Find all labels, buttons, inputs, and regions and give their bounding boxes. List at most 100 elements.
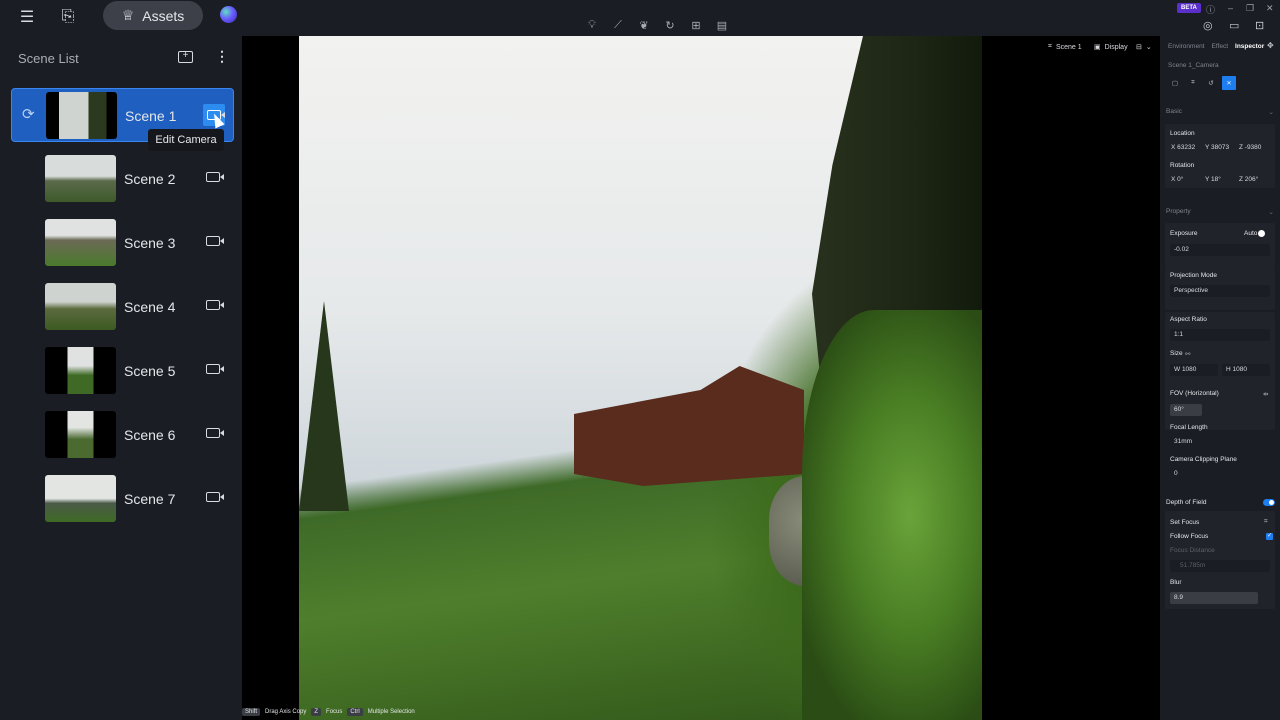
tab-environment[interactable]: Environment bbox=[1168, 43, 1205, 50]
projection-mode-select[interactable]: Perspective bbox=[1170, 285, 1270, 297]
unlink-icon[interactable]: ⚯ bbox=[1185, 350, 1190, 358]
restore-icon[interactable]: ❐ bbox=[1246, 3, 1254, 14]
fov-label: FOV (Horizontal) bbox=[1170, 390, 1219, 397]
sync-icon[interactable]: ⟳ bbox=[22, 105, 35, 123]
follow-focus-checkbox[interactable]: ✓ bbox=[1266, 533, 1273, 540]
crosshair-icon[interactable]: ⨯ bbox=[1222, 76, 1236, 90]
section-property[interactable]: Property bbox=[1166, 208, 1191, 215]
hamburger-icon[interactable]: ☰ bbox=[14, 6, 40, 28]
chevron-down-icon[interactable]: ⌄ bbox=[1269, 208, 1274, 216]
edit-camera-icon[interactable] bbox=[206, 364, 224, 374]
rotation-x-field[interactable]: X 0° bbox=[1167, 174, 1201, 186]
tab-inspector[interactable]: Inspector bbox=[1235, 43, 1264, 50]
top-bar: ☰ ⎘ ♕ Assets 💡︎ ⟋ ❦ ↻ ⊞ ▤ BETA ⓘ – ❐ ✕ ◎… bbox=[0, 0, 1280, 36]
tab-effect[interactable]: Effect bbox=[1212, 43, 1229, 50]
focus-target-icon[interactable]: ⌗ bbox=[1186, 76, 1200, 90]
fov-toggle-icon[interactable]: ⇹ bbox=[1263, 390, 1268, 398]
file-import-icon[interactable]: ⎘ bbox=[55, 6, 81, 28]
viewport[interactable]: ⌗ Scene 1 ▣ Display ⊟ ⌄ Shift Drag Axis … bbox=[242, 36, 1160, 720]
focus-frame-icon: ⌗ bbox=[1048, 43, 1052, 50]
clipping-field[interactable]: 0 bbox=[1170, 468, 1270, 480]
hint-label: Drag Axis Copy bbox=[265, 709, 307, 715]
scene-item[interactable]: Scene 5 bbox=[11, 344, 234, 398]
rotate-icon[interactable]: ↻ bbox=[663, 18, 677, 32]
view-options-dropdown[interactable]: ⊟ ⌄ bbox=[1136, 43, 1152, 51]
hint-label: Focus bbox=[326, 709, 343, 715]
edit-camera-icon[interactable] bbox=[206, 172, 224, 182]
display-button[interactable]: ▣ Display bbox=[1094, 43, 1128, 52]
help-icon[interactable]: ⓘ bbox=[1206, 3, 1215, 16]
ai-orb-icon[interactable] bbox=[220, 6, 237, 23]
location-y-field[interactable]: Y 38073 bbox=[1201, 142, 1235, 154]
scene-indicator[interactable]: ⌗ Scene 1 bbox=[1048, 43, 1082, 51]
chevron-down-icon: ⌄ bbox=[1145, 44, 1152, 51]
close-icon[interactable]: ✕ bbox=[1266, 3, 1274, 14]
blur-label: Blur bbox=[1170, 579, 1182, 586]
rendered-scene[interactable] bbox=[299, 36, 982, 720]
more-options-icon[interactable]: ⋮ bbox=[215, 48, 229, 65]
aspect-ratio-select[interactable]: 1:1 bbox=[1170, 329, 1270, 341]
chevron-down-icon[interactable]: ⌄ bbox=[1269, 108, 1274, 116]
scene-name: Scene 3 bbox=[124, 235, 176, 251]
layout-icon[interactable]: ▤ bbox=[715, 18, 729, 32]
settings-icon[interactable]: ✥ bbox=[1267, 41, 1274, 50]
hint-key: Shift bbox=[242, 708, 261, 716]
reset-icon[interactable]: ↺ bbox=[1204, 76, 1218, 90]
video-icon[interactable]: ▭ bbox=[1229, 19, 1239, 32]
fov-field[interactable]: 60° bbox=[1170, 404, 1202, 416]
scene-item[interactable]: Scene 4 bbox=[11, 280, 234, 334]
focal-length-field[interactable]: 31mm bbox=[1170, 436, 1270, 448]
location-z-field[interactable]: Z -9380 bbox=[1235, 142, 1273, 154]
auto-exposure-toggle[interactable] bbox=[1258, 230, 1265, 237]
inspector-tabs: Environment Effect Inspector bbox=[1168, 43, 1264, 50]
edit-camera-icon[interactable] bbox=[206, 428, 224, 438]
minimize-icon[interactable]: – bbox=[1228, 3, 1233, 13]
inbox-icon[interactable]: ⊡ bbox=[1255, 19, 1264, 32]
edit-camera-icon[interactable] bbox=[206, 300, 224, 310]
projection-box: Projection Mode Perspective bbox=[1165, 268, 1275, 310]
location-label: Location bbox=[1170, 130, 1195, 137]
follow-focus-label: Follow Focus bbox=[1170, 533, 1209, 540]
foreground-foliage bbox=[802, 310, 982, 720]
dof-toggle[interactable] bbox=[1263, 499, 1275, 506]
scene-thumbnail bbox=[45, 283, 116, 330]
dof-box: Set Focus ⌗ Follow Focus ✓ Focus Distanc… bbox=[1165, 511, 1275, 609]
blur-slider[interactable]: 8.9 bbox=[1170, 592, 1258, 604]
auto-label: Auto bbox=[1244, 230, 1258, 237]
scene-indicator-label: Scene 1 bbox=[1055, 43, 1082, 51]
display-icon: ▣ bbox=[1094, 44, 1101, 51]
exposure-box: Exposure Auto -0.02 bbox=[1165, 223, 1275, 269]
height-field[interactable]: H 1080 bbox=[1222, 364, 1270, 376]
camera-add-icon[interactable]: ⊞ bbox=[689, 18, 703, 32]
scene-item[interactable]: Scene 7 bbox=[11, 472, 234, 526]
camera-tools: ▢ ⌗ ↺ ⨯ bbox=[1168, 76, 1236, 90]
rotation-z-field[interactable]: Z 206° bbox=[1235, 174, 1273, 186]
scene-item[interactable]: Scene 6 bbox=[11, 408, 234, 462]
path-icon[interactable]: ⟋ bbox=[611, 18, 625, 32]
screenshot-icon[interactable]: ◎ bbox=[1203, 19, 1213, 32]
edit-camera-icon[interactable] bbox=[206, 236, 224, 246]
lens-box: Focal Length 31mm Camera Clipping Plane … bbox=[1165, 420, 1275, 486]
beta-badge: BETA bbox=[1177, 3, 1201, 13]
width-field[interactable]: W 1080 bbox=[1170, 364, 1218, 376]
edit-camera-tooltip: Edit Camera bbox=[148, 129, 224, 151]
hint-key: Ctrl bbox=[347, 708, 363, 716]
section-basic[interactable]: Basic bbox=[1166, 108, 1182, 115]
add-scene-icon[interactable]: + bbox=[178, 51, 193, 63]
rotation-y-field[interactable]: Y 18° bbox=[1201, 174, 1235, 186]
light-bulb-icon[interactable]: 💡︎ bbox=[585, 18, 599, 32]
leaf-icon[interactable]: ❦ bbox=[637, 18, 651, 32]
edit-camera-icon[interactable] bbox=[206, 492, 224, 502]
frame-icon[interactable]: ▢ bbox=[1168, 76, 1182, 90]
scene-item[interactable]: Scene 2 bbox=[11, 152, 234, 206]
scene-thumbnail bbox=[46, 92, 117, 139]
scene-list-panel: Scene List + ⋮ ⟳ Scene 1 Scene 2 Scene 3… bbox=[0, 36, 242, 720]
scene-thumbnail bbox=[45, 475, 116, 522]
set-focus-icon[interactable]: ⌗ bbox=[1264, 518, 1268, 526]
scene-item[interactable]: Scene 3 bbox=[11, 216, 234, 270]
rotation-label: Rotation bbox=[1170, 162, 1195, 169]
location-x-field[interactable]: X 63232 bbox=[1167, 142, 1201, 154]
assets-button[interactable]: ♕ Assets bbox=[103, 1, 203, 30]
inspector-panel: Environment Effect Inspector ✥ Scene 1_C… bbox=[1160, 36, 1280, 720]
exposure-slider[interactable]: -0.02 bbox=[1170, 244, 1270, 256]
